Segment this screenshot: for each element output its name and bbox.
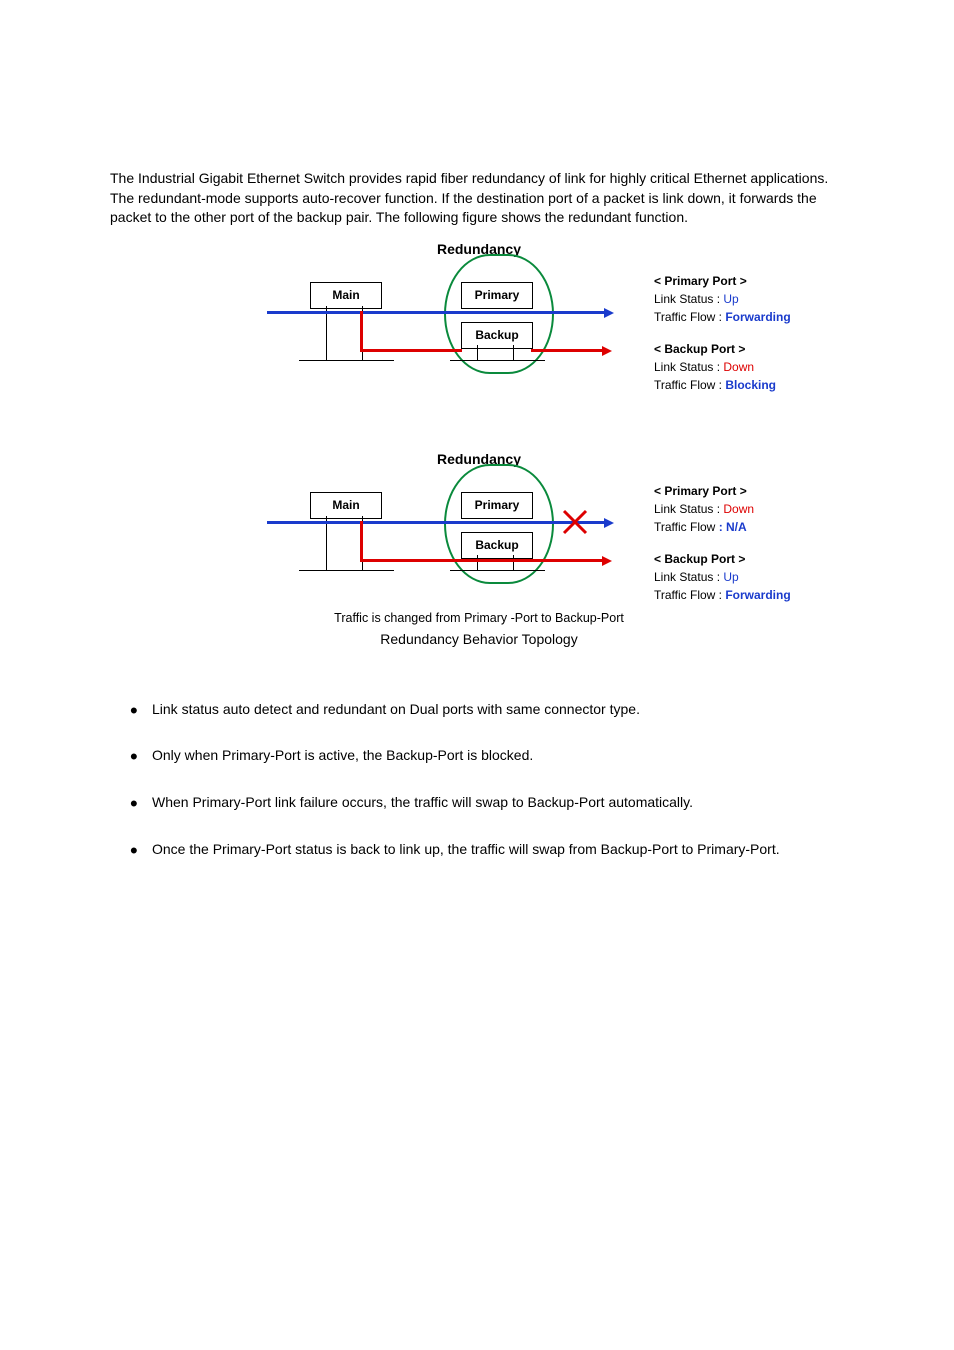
main-box: Main — [310, 282, 382, 309]
cross-icon — [562, 509, 588, 535]
primary-box: Primary — [461, 282, 533, 309]
primary-box: Primary — [461, 492, 533, 519]
legend-backup: < Backup Port > Link Status : Down Traff… — [654, 340, 824, 394]
intro-paragraph: The Industrial Gigabit Ethernet Switch p… — [110, 169, 848, 228]
backup-box: Backup — [461, 322, 533, 349]
redundancy-diagram-normal: Redundancy Main Primary Backup < Primary… — [164, 240, 794, 410]
list-item: Only when Primary-Port is active, the Ba… — [148, 746, 848, 766]
traffic-note: Traffic is changed from Primary -Port to… — [164, 610, 794, 628]
figure-caption: Redundancy Behavior Topology — [164, 630, 794, 650]
list-item: Once the Primary-Port status is back to … — [148, 840, 848, 860]
redundancy-diagram-failover: Redundancy Main Primary Backup < Primary… — [164, 450, 794, 660]
legend-primary: < Primary Port > Link Status : Down Traf… — [654, 482, 824, 536]
backup-box: Backup — [461, 532, 533, 559]
list-item: Link status auto detect and redundant on… — [148, 700, 848, 720]
main-box: Main — [310, 492, 382, 519]
legend-backup: < Backup Port > Link Status : Up Traffic… — [654, 550, 824, 604]
list-item: When Primary-Port link failure occurs, t… — [148, 793, 848, 813]
feature-list: Link status auto detect and redundant on… — [110, 700, 848, 859]
legend-primary: < Primary Port > Link Status : Up Traffi… — [654, 272, 824, 326]
